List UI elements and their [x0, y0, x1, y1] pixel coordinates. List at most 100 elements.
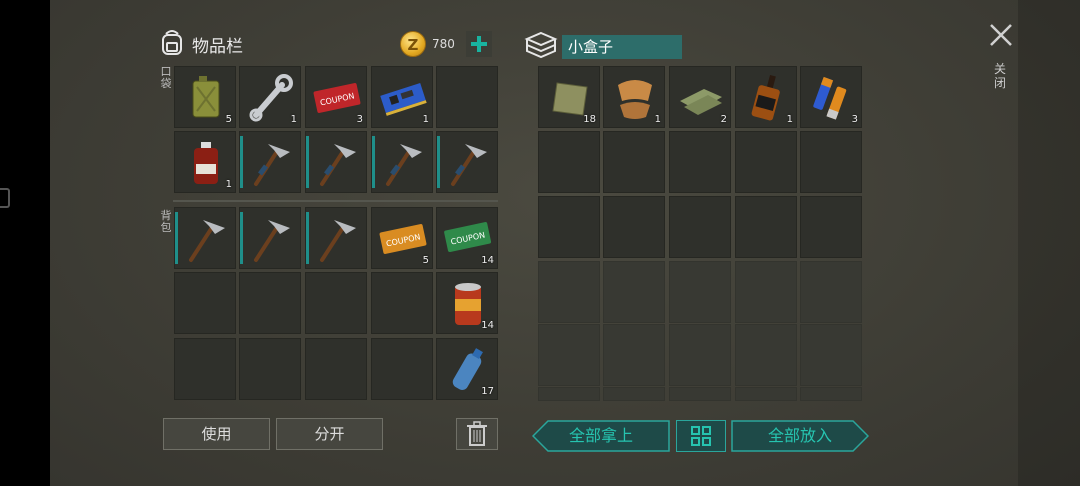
slot-qty: 1 — [290, 114, 297, 125]
container-slot-empty[interactable] — [800, 131, 862, 193]
backpack-slot-pickaxe[interactable] — [305, 207, 367, 269]
inventory-slot-pickaxe[interactable] — [371, 131, 433, 193]
pickaxe-icon — [189, 220, 225, 262]
backpack-slot-water-bottle[interactable]: 17 — [436, 338, 498, 400]
close-icon — [990, 24, 1012, 46]
inventory-slot-circuit-board[interactable]: 1 — [371, 66, 433, 128]
trash-button[interactable] — [456, 418, 498, 450]
backpack-slot-empty[interactable] — [305, 338, 367, 400]
take-all-label: 全部拿上 — [568, 426, 633, 445]
container-slot-empty[interactable] — [669, 131, 731, 193]
slot-qty: 1 — [786, 114, 793, 125]
inventory-slot-wrench[interactable]: 1 — [239, 66, 301, 128]
take-all-button[interactable]: 全部拿上 — [532, 420, 670, 452]
container-slot-locked — [735, 387, 797, 401]
inventory-title: 物品栏 — [192, 36, 243, 57]
container-slot-locked — [603, 387, 665, 401]
slot-qty: 3 — [851, 114, 858, 125]
pickaxe-icon — [320, 144, 356, 186]
container-slot-empty[interactable] — [800, 196, 862, 258]
container-slot-empty[interactable] — [603, 131, 665, 193]
container-header: 小盒子 — [524, 30, 682, 64]
inventory-slot-jerrycan[interactable]: 5 — [174, 66, 236, 128]
add-coins-button[interactable] — [466, 31, 492, 57]
container-slot-empty[interactable] — [669, 196, 731, 258]
use-button[interactable]: 使用 — [163, 418, 270, 450]
backpack-slot-empty[interactable] — [239, 338, 301, 400]
container-slot-whiskey[interactable]: 1 — [735, 66, 797, 128]
backpack-slot-empty[interactable] — [174, 338, 236, 400]
slot-qty: 2 — [720, 114, 727, 125]
grid-icon — [691, 426, 711, 446]
container-slot-empty[interactable] — [735, 196, 797, 258]
split-button[interactable]: 分开 — [276, 418, 383, 450]
container-slot-locked — [669, 387, 731, 401]
container-slot-locked — [538, 387, 600, 401]
container-slot-locked — [603, 324, 665, 386]
side-strip — [1018, 0, 1080, 486]
container-slot-cloth-pile[interactable]: 2 — [669, 66, 731, 128]
sort-grid-button[interactable] — [676, 420, 726, 452]
backpack-slot-empty[interactable] — [239, 272, 301, 334]
inventory-slot-pickaxe[interactable] — [239, 131, 301, 193]
section-divider — [173, 200, 498, 202]
container-slot-cloth-square[interactable]: 18 — [538, 66, 600, 128]
container-slot-empty[interactable] — [538, 196, 600, 258]
container-slot-empty[interactable] — [735, 131, 797, 193]
inventory-slot-empty[interactable] — [436, 66, 498, 128]
backpack-slot-canned-food[interactable]: 14 — [436, 272, 498, 334]
container-name: 小盒子 — [562, 35, 682, 59]
backpack-slot-green-coupon[interactable]: COUPON 14 — [436, 207, 498, 269]
pickaxe-icon — [386, 144, 422, 186]
slot-qty: 5 — [225, 114, 232, 125]
backpack-icon — [158, 28, 186, 60]
pickaxe-icon — [254, 220, 290, 262]
coin-amount: 780 — [432, 37, 455, 51]
backpack-label: 背包 — [160, 209, 172, 234]
put-all-button[interactable]: 全部放入 — [731, 420, 869, 452]
inventory-slot-pickaxe[interactable] — [436, 131, 498, 193]
container-slot-locked — [735, 261, 797, 323]
slot-qty: 3 — [356, 114, 363, 125]
slot-qty: 14 — [481, 320, 494, 331]
pickaxe-icon — [451, 144, 487, 186]
container-slot-locked — [538, 324, 600, 386]
pickaxe-icon — [254, 144, 290, 186]
coin-icon: Z — [400, 31, 426, 57]
container-slot-locked — [538, 261, 600, 323]
backpack-slot-empty[interactable] — [305, 272, 367, 334]
container-slot-locked — [800, 261, 862, 323]
slot-qty: 1 — [225, 179, 232, 190]
backpack-slot-pickaxe[interactable] — [239, 207, 301, 269]
slot-qty: 17 — [481, 386, 494, 397]
inventory-slot-medicine[interactable]: 1 — [174, 131, 236, 193]
slot-qty: 1 — [654, 114, 661, 125]
close-label: 关闭 — [993, 62, 1006, 90]
inventory-slot-red-coupon[interactable]: COUPON 3 — [305, 66, 367, 128]
container-slot-locked — [800, 387, 862, 401]
backpack-slot-pickaxe[interactable] — [174, 207, 236, 269]
trash-icon — [467, 421, 487, 446]
slot-qty: 14 — [481, 255, 494, 266]
backpack-slot-empty[interactable] — [371, 272, 433, 334]
slot-qty: 5 — [422, 255, 429, 266]
container-slot-locked — [669, 324, 731, 386]
inventory-header: 物品栏 — [158, 28, 243, 60]
box-icon — [524, 30, 558, 64]
container-slot-locked — [669, 261, 731, 323]
container-slot-leather-hide[interactable]: 1 — [603, 66, 665, 128]
container-slot-empty[interactable] — [603, 196, 665, 258]
currency-display: Z 780 — [400, 30, 498, 58]
close-button[interactable] — [988, 22, 1014, 48]
backpack-slot-empty[interactable] — [174, 272, 236, 334]
container-slot-locked — [603, 261, 665, 323]
container-slot-batteries[interactable]: 3 — [800, 66, 862, 128]
backpack-slot-empty[interactable] — [371, 338, 433, 400]
container-slot-locked — [735, 324, 797, 386]
container-slot-empty[interactable] — [538, 131, 600, 193]
put-all-label: 全部放入 — [767, 426, 832, 445]
container-slot-locked — [800, 324, 862, 386]
slot-qty: 18 — [583, 114, 596, 125]
inventory-slot-pickaxe[interactable] — [305, 131, 367, 193]
backpack-slot-orange-coupon[interactable]: COUPON 5 — [371, 207, 433, 269]
